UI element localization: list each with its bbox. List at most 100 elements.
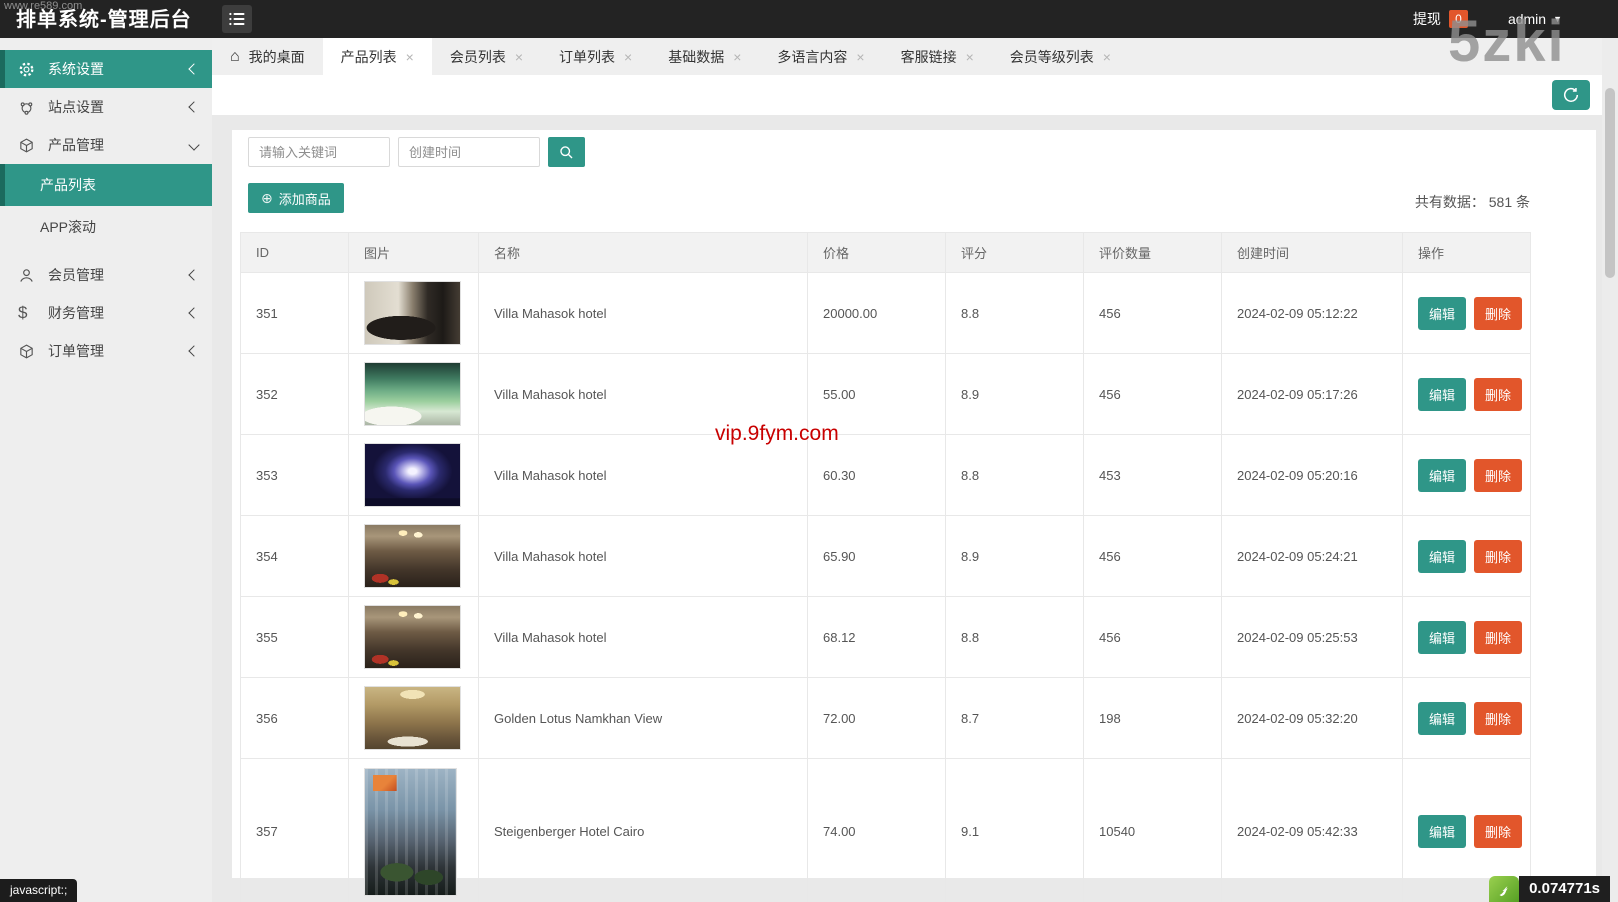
home-icon: ⌂ xyxy=(230,48,240,66)
edit-button[interactable]: 编辑 xyxy=(1418,815,1466,848)
close-icon[interactable]: × xyxy=(624,50,632,64)
table-row: 356 Golden Lotus Namkhan View 72.00 8.7 … xyxy=(241,678,1531,759)
cell-created: 2024-02-09 05:25:53 xyxy=(1222,597,1403,678)
plus-circle-icon: ⊕ xyxy=(261,190,273,207)
sidebar-item-product-list[interactable]: 产品列表 xyxy=(0,164,212,206)
sidebar-item-order-management[interactable]: 订单管理 xyxy=(0,332,212,370)
refresh-icon xyxy=(1562,86,1580,104)
product-image xyxy=(364,524,461,588)
cell-score: 8.8 xyxy=(946,435,1084,516)
site-icon xyxy=(18,99,48,116)
col-header-price: 价格 xyxy=(808,233,946,273)
edit-button[interactable]: 编辑 xyxy=(1418,378,1466,411)
close-icon[interactable]: × xyxy=(733,50,741,64)
gear-icon xyxy=(18,61,48,78)
search-button[interactable] xyxy=(548,137,585,167)
edit-button[interactable]: 编辑 xyxy=(1418,297,1466,330)
tab-order-list[interactable]: 订单列表 × xyxy=(541,38,650,75)
exec-time-value: 0.074771s xyxy=(1519,876,1610,902)
close-icon[interactable]: × xyxy=(1103,50,1111,64)
cell-score: 8.8 xyxy=(946,597,1084,678)
cell-name: Villa Mahasok hotel xyxy=(479,435,808,516)
table-row: 354 Villa Mahasok hotel 65.90 8.9 456 20… xyxy=(241,516,1531,597)
cell-name: Villa Mahasok hotel xyxy=(479,273,808,354)
sidebar-item-label: 系统设置 xyxy=(48,59,190,79)
hamburger-icon xyxy=(229,12,245,26)
cell-name: Villa Mahasok hotel xyxy=(479,516,808,597)
delete-button[interactable]: 删除 xyxy=(1474,815,1522,848)
cell-reviews: 453 xyxy=(1084,435,1222,516)
close-icon[interactable]: × xyxy=(406,50,414,64)
app-header: www.re589.com 排单系统-管理后台 提现 0 admin ▼ xyxy=(0,0,1618,38)
cell-name: Steigenberger Hotel Cairo xyxy=(479,759,808,902)
chevron-left-icon xyxy=(188,269,199,280)
delete-button[interactable]: 删除 xyxy=(1474,459,1522,492)
delete-button[interactable]: 删除 xyxy=(1474,297,1522,330)
tab-service-link[interactable]: 客服链接 × xyxy=(883,38,992,75)
refresh-button[interactable] xyxy=(1552,80,1590,110)
toolbar-band xyxy=(212,75,1602,115)
table-row: 351 Villa Mahasok hotel 20000.00 8.8 456… xyxy=(241,273,1531,354)
chevron-down-icon xyxy=(188,139,199,150)
sidebar-item-site-settings[interactable]: 站点设置 xyxy=(0,88,212,126)
cell-created: 2024-02-09 05:24:21 xyxy=(1222,516,1403,597)
cell-price: 68.12 xyxy=(808,597,946,678)
exec-time-badge: 0.074771s xyxy=(1489,876,1610,902)
cell-reviews: 456 xyxy=(1084,597,1222,678)
watermark-top-left: www.re589.com xyxy=(4,0,82,12)
tab-my-desktop[interactable]: ⌂ 我的桌面 xyxy=(212,38,323,75)
cell-price: 60.30 xyxy=(808,435,946,516)
content-card: ⊕ 添加商品 共有数据： 581 条 ID 图片 名称 价格 评分 评价数量 创… xyxy=(232,130,1596,878)
tab-label: 订单列表 xyxy=(559,47,615,67)
cube-icon xyxy=(18,137,48,154)
cell-id: 351 xyxy=(241,273,349,354)
page-scrollbar[interactable] xyxy=(1602,38,1618,902)
close-icon[interactable]: × xyxy=(966,50,974,64)
tab-base-data[interactable]: 基础数据 × xyxy=(650,38,759,75)
tab-label: 我的桌面 xyxy=(249,47,305,67)
edit-button[interactable]: 编辑 xyxy=(1418,459,1466,492)
cell-id: 353 xyxy=(241,435,349,516)
delete-button[interactable]: 删除 xyxy=(1474,540,1522,573)
sidebar-item-member-management[interactable]: 会员管理 xyxy=(0,256,212,294)
sidebar-item-system-settings[interactable]: 系统设置 xyxy=(0,50,212,88)
tab-member-list[interactable]: 会员列表 × xyxy=(432,38,541,75)
cell-score: 8.9 xyxy=(946,516,1084,597)
sidebar-subitem-label: APP滚动 xyxy=(40,217,96,237)
tab-member-level-list[interactable]: 会员等级列表 × xyxy=(992,38,1129,75)
add-product-button[interactable]: ⊕ 添加商品 xyxy=(248,183,344,213)
col-header-score: 评分 xyxy=(946,233,1084,273)
sidebar-toggle-button[interactable] xyxy=(222,5,252,33)
table-header-row: ID 图片 名称 价格 评分 评价数量 创建时间 操作 xyxy=(241,233,1531,273)
total-count: 共有数据： 581 条 xyxy=(1415,192,1530,212)
watermark-center: vip.9fym.com xyxy=(715,422,839,446)
delete-button[interactable]: 删除 xyxy=(1474,702,1522,735)
cell-price: 74.00 xyxy=(808,759,946,902)
close-icon[interactable]: × xyxy=(856,50,864,64)
tab-product-list[interactable]: 产品列表 × xyxy=(323,38,432,75)
dollar-icon: $ xyxy=(18,303,48,323)
search-input[interactable] xyxy=(248,137,390,167)
cell-score: 8.8 xyxy=(946,273,1084,354)
sidebar-item-product-management[interactable]: 产品管理 xyxy=(0,126,212,164)
close-icon[interactable]: × xyxy=(515,50,523,64)
edit-button[interactable]: 编辑 xyxy=(1418,702,1466,735)
sidebar-item-app-scroll[interactable]: APP滚动 xyxy=(0,206,212,248)
cell-score: 8.7 xyxy=(946,678,1084,759)
edit-button[interactable]: 编辑 xyxy=(1418,621,1466,654)
delete-button[interactable]: 删除 xyxy=(1474,621,1522,654)
cell-created: 2024-02-09 05:17:26 xyxy=(1222,354,1403,435)
tab-multilanguage[interactable]: 多语言内容 × xyxy=(759,38,882,75)
create-time-input[interactable] xyxy=(398,137,540,167)
tab-bar: ⌂ 我的桌面 产品列表 × 会员列表 × 订单列表 × 基础数据 × 多语言内容… xyxy=(212,38,1602,75)
scrollbar-thumb[interactable] xyxy=(1605,88,1615,278)
edit-button[interactable]: 编辑 xyxy=(1418,540,1466,573)
chevron-left-icon xyxy=(188,63,199,74)
sidebar-item-finance-management[interactable]: $ 财务管理 xyxy=(0,294,212,332)
tab-label: 客服链接 xyxy=(901,47,957,67)
cell-id: 357 xyxy=(241,759,349,902)
cell-created: 2024-02-09 05:42:33 xyxy=(1222,759,1403,902)
delete-button[interactable]: 删除 xyxy=(1474,378,1522,411)
cell-price: 20000.00 xyxy=(808,273,946,354)
cell-price: 72.00 xyxy=(808,678,946,759)
